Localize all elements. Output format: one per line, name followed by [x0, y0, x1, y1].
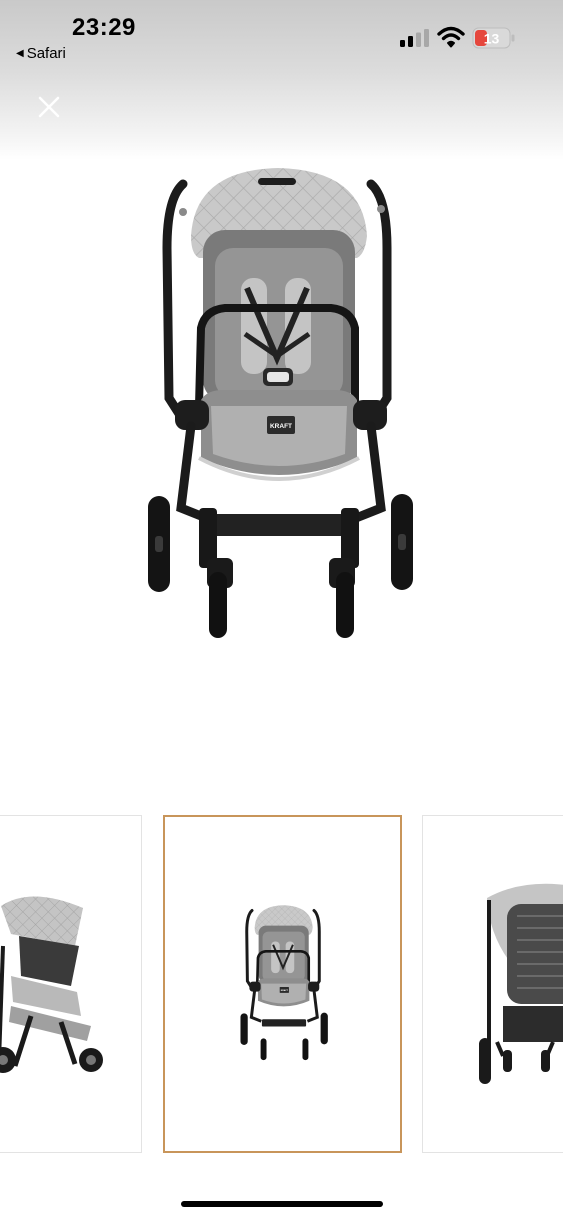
thumbnail-back-view-image [479, 883, 563, 1084]
thumbnail-gallery: KRAFT [0, 815, 563, 1157]
thumbnail-front-view[interactable]: KRAFT [163, 815, 402, 1153]
close-button[interactable] [30, 88, 68, 126]
wifi-icon [437, 26, 465, 48]
back-triangle-icon: ◀ [16, 48, 24, 59]
hero-brand-tag: KRAFT [270, 423, 292, 430]
status-time: 23:29 [72, 14, 136, 41]
home-indicator[interactable] [181, 1201, 383, 1207]
thumbnail-side-view[interactable] [0, 815, 142, 1153]
close-icon [38, 96, 60, 118]
back-app-label: Safari [26, 45, 66, 62]
battery-level-text: 13 [484, 30, 500, 46]
back-to-app-link[interactable]: ◀ Safari [16, 45, 66, 62]
cellular-signal-icon [400, 29, 429, 47]
battery-icon: 13 [472, 27, 515, 49]
thumbnail-side-view-image [0, 896, 103, 1073]
status-bar: 23:29 ◀ Safari 13 [0, 0, 563, 70]
thumbnail-front-view-image: KRAFT [240, 905, 328, 1061]
hero-product-image: KRAFT [148, 168, 413, 638]
thumbnail-back-view[interactable] [422, 815, 563, 1153]
